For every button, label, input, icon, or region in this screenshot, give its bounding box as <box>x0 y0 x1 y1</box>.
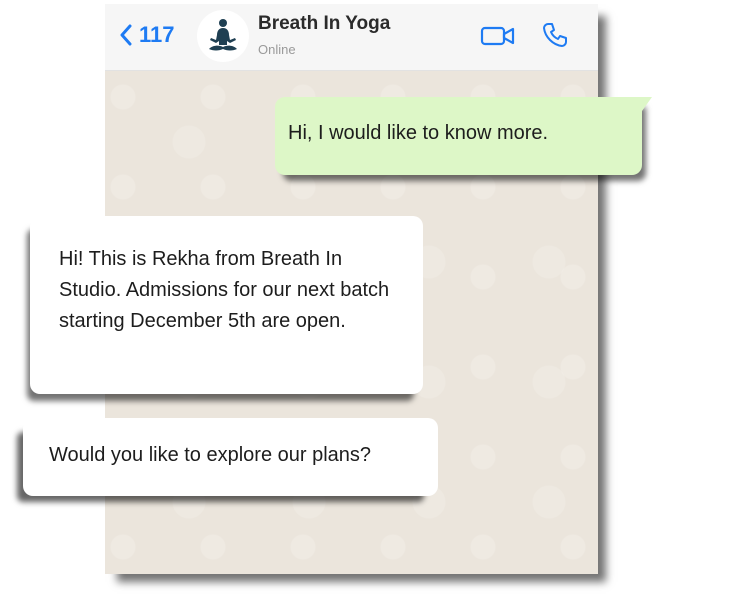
incoming-message[interactable]: Hi! This is Rekha from Breath In Studio.… <box>30 216 423 394</box>
unread-count: 117 <box>139 22 175 47</box>
back-button[interactable]: 117 <box>119 20 175 50</box>
outgoing-message[interactable]: Hi, I would like to know more. <box>275 97 652 175</box>
contact-name[interactable]: Breath In Yoga <box>258 13 390 35</box>
message-text: Hi! This is Rekha from Breath In Studio.… <box>59 248 390 332</box>
contact-status: Online <box>258 42 296 57</box>
phone-icon[interactable] <box>541 21 569 49</box>
avatar[interactable] <box>197 10 249 62</box>
chevron-left-icon <box>120 24 132 46</box>
incoming-message[interactable]: Would you like to explore our plans? <box>23 418 438 496</box>
chat-header: 117 Breath In Yoga Online <box>105 4 598 71</box>
video-camera-icon[interactable] <box>480 24 516 48</box>
bubble-tail <box>642 97 652 111</box>
message-text: Hi, I would like to know more. <box>288 122 549 144</box>
yoga-meditation-icon <box>209 19 237 51</box>
message-text: Would you like to explore our plans? <box>49 444 372 466</box>
